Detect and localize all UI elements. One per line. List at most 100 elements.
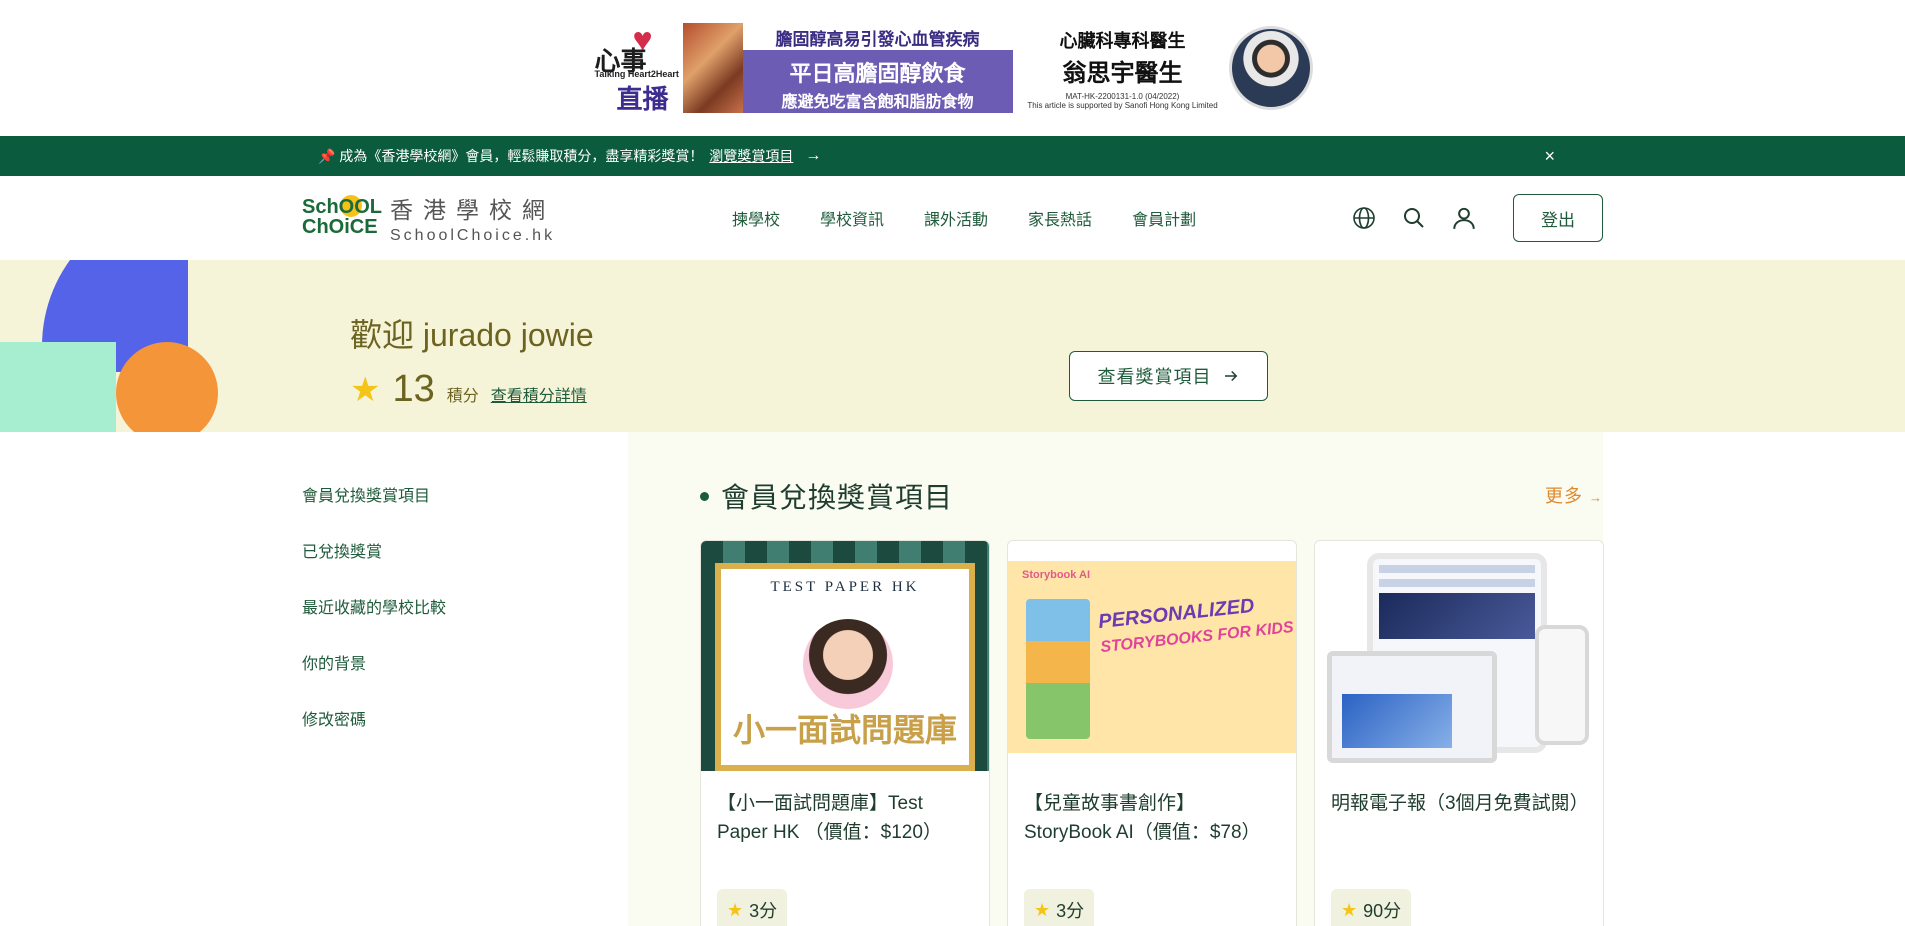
ad-doctor-title: 心臟科專科醫生	[1059, 30, 1186, 51]
laptop-illustration	[1327, 651, 1497, 763]
arrow-right-icon	[1224, 370, 1237, 382]
user-icon[interactable]	[1451, 205, 1477, 231]
points-detail-link[interactable]: 查看積分詳情	[491, 382, 587, 406]
ad-doctor-name: 翁思宇醫生	[1062, 59, 1183, 87]
points-badge: ★ 3分	[717, 889, 788, 926]
sidebar-item-redeemed[interactable]: 已兌換獎賞	[302, 538, 446, 562]
points-badge: ★ 90分	[1331, 889, 1412, 926]
sidebar-item-redeem-rewards[interactable]: 會員兌換獎賞項目	[302, 482, 446, 506]
welcome-title: 歡迎 jurado jowie	[350, 317, 594, 353]
logout-button[interactable]: 登出	[1513, 194, 1603, 242]
logo-mark: SchOOL ChOiCE	[302, 195, 383, 241]
points-label: 積分	[446, 388, 479, 405]
star-icon: ★	[727, 899, 744, 920]
image-brand: Storybook AI	[1022, 569, 1091, 581]
points-badge-value: 3分	[1056, 901, 1085, 921]
points-badge-value: 90分	[1363, 901, 1402, 921]
points-badge-value: 3分	[749, 901, 778, 921]
header-icons: 登出	[1351, 194, 1603, 242]
welcome-banner: 歡迎 jurado jowie ★ 13 積分 查看積分詳情 查看獎賞項目	[0, 260, 1905, 432]
reward-card[interactable]: Storybook AI PERSONALIZED STORYBOOKS FOR…	[1007, 540, 1297, 926]
tablet-photo	[1379, 593, 1535, 639]
more-link[interactable]: 更多 →	[1545, 482, 1603, 508]
books-illustration	[1026, 599, 1090, 739]
ad-headline2: 平日高膽固醇飲食	[789, 60, 966, 86]
points-value: 13	[392, 368, 435, 410]
image-bottom-strip	[1008, 753, 1296, 771]
tablet-bar	[1379, 579, 1535, 587]
decor-mint-shape	[0, 342, 116, 432]
ad-banner[interactable]: ♥ 心事 Talking Heart2Heart 直播 膽固醇高易引發心血管疾病…	[593, 23, 1313, 113]
notice-link[interactable]: 瀏覽獎賞項目	[709, 146, 793, 166]
section-header: 會員兌換獎賞項目	[700, 476, 953, 516]
star-icon: ★	[350, 371, 381, 409]
notice-text: 📌 成為《香港學校網》會員，輕鬆賺取積分，盡享精彩獎賞！	[318, 148, 704, 164]
member-sidebar: 會員兌換獎賞項目 已兌換獎賞 最近收藏的學校比較 你的背景 修改密碼	[302, 482, 446, 730]
ad-doctor-block: 心臟科專科醫生 翁思宇醫生 MAT-HK-2200131-1.0 (04/202…	[1013, 23, 1223, 113]
site-header: SchOOL ChOiCE 香港學校網 SchoolChoice.hk 揀學校 …	[0, 176, 1905, 260]
ad-banner-area: ♥ 心事 Talking Heart2Heart 直播 膽固醇高易引發心血管疾病…	[0, 0, 1905, 136]
reward-card-title: 【小一面試問題庫】Test Paper HK （價值：$120）	[717, 793, 942, 843]
ad-code: MAT-HK-2200131-1.0 (04/2022)	[1065, 91, 1180, 101]
nav-item-school-info[interactable]: 學校資訊	[820, 206, 884, 230]
logo-text-zh: 香港學校網	[390, 197, 555, 223]
view-rewards-button[interactable]: 查看獎賞項目	[1069, 351, 1268, 401]
points-badge: ★ 3分	[1024, 889, 1095, 926]
rewards-content: 會員兌換獎賞項目 更多 → TEST PAPER HK 小一面試問題庫 【小一面…	[628, 432, 1604, 926]
ad-headline3: 應避免吃富含飽和脂肪食物	[781, 93, 974, 111]
star-icon: ★	[1034, 899, 1051, 920]
reward-card-title: 【兒童故事書創作】StoryBook AI（價值：$78）	[1024, 793, 1261, 843]
reward-card-image: Storybook AI PERSONALIZED STORYBOOKS FOR…	[1008, 541, 1296, 771]
tablet-bar	[1379, 565, 1535, 573]
reward-card[interactable]: TEST PAPER HK 小一面試問題庫 【小一面試問題庫】Test Pape…	[700, 540, 990, 926]
phone-illustration	[1535, 625, 1589, 745]
child-illustration	[803, 619, 893, 709]
logo-text-en: SchoolChoice.hk	[390, 227, 556, 244]
image-caption-en: TEST PAPER HK	[770, 579, 920, 595]
ad-doctor-photo	[1228, 26, 1313, 110]
reward-card-image: TEST PAPER HK 小一面試問題庫	[701, 541, 989, 771]
section-title: 會員兌換獎賞項目	[721, 482, 954, 513]
reward-card-image	[1315, 541, 1603, 771]
search-icon[interactable]	[1401, 205, 1427, 231]
notice-bar: 📌 成為《香港學校網》會員，輕鬆賺取積分，盡享精彩獎賞！ 瀏覽獎賞項目 → ×	[0, 136, 1905, 176]
image-top-strip	[1008, 541, 1296, 561]
nav-item-membership[interactable]: 會員計劃	[1132, 206, 1196, 230]
chevron-right-icon: →	[1589, 490, 1603, 505]
site-logo[interactable]: SchOOL ChOiCE 香港學校網 SchoolChoice.hk	[302, 191, 602, 245]
ad-brand-line2: Talking Heart2Heart	[594, 69, 679, 79]
image-caption-zh: 小一面試問題庫	[732, 711, 957, 749]
view-rewards-label: 查看獎賞項目	[1097, 367, 1212, 387]
points-row: ★ 13 積分 查看積分詳情	[350, 368, 594, 411]
image-frame: TEST PAPER HK 小一面試問題庫	[715, 563, 975, 771]
close-icon[interactable]: ×	[1544, 146, 1555, 167]
star-icon: ★	[1341, 899, 1358, 920]
arrow-right-icon[interactable]: →	[805, 147, 821, 165]
logo-text: 香港學校網 SchoolChoice.hk	[390, 191, 555, 245]
main-area: 會員兌換獎賞項目 已兌換獎賞 最近收藏的學校比較 你的背景 修改密碼 會員兌換獎…	[0, 432, 1905, 926]
sidebar-item-change-password[interactable]: 修改密碼	[302, 706, 446, 730]
ad-logo: ♥ 心事 Talking Heart2Heart 直播	[593, 23, 683, 113]
ad-headline1: 膽固醇高易引發心血管疾病	[775, 29, 980, 49]
ad-food-photo	[682, 23, 743, 113]
sidebar-item-background[interactable]: 你的背景	[302, 650, 446, 674]
nav-item-choose-school[interactable]: 揀學校	[732, 206, 780, 230]
ad-support-text: This article is supported by Sanofi Hong…	[1027, 100, 1218, 110]
decor-orange-circle	[116, 342, 218, 432]
laptop-photo	[1342, 694, 1452, 748]
sidebar-item-school-compare[interactable]: 最近收藏的學校比較	[302, 594, 446, 618]
nav-item-activities[interactable]: 課外活動	[924, 206, 988, 230]
ad-headline-block: 膽固醇高易引發心血管疾病 平日高膽固醇飲食 應避免吃富含飽和脂肪食物	[742, 23, 1013, 113]
reward-card-title: 明報電子報（3個月免費試閱）	[1331, 793, 1589, 814]
welcome-text-block: 歡迎 jurado jowie ★ 13 積分 查看積分詳情	[350, 310, 594, 411]
ad-brand-line3: 直播	[616, 84, 669, 113]
logo-mark-line2: ChOiCE	[302, 216, 378, 238]
reward-card[interactable]: 明報電子報（3個月免費試閱） ★ 90分	[1314, 540, 1604, 926]
nav-item-parent-talk[interactable]: 家長熱話	[1028, 206, 1092, 230]
rewards-card-list: TEST PAPER HK 小一面試問題庫 【小一面試問題庫】Test Pape…	[700, 540, 1604, 926]
globe-icon[interactable]	[1351, 205, 1377, 231]
main-nav: 揀學校 學校資訊 課外活動 家長熱話 會員計劃	[732, 206, 1196, 230]
bullet-dot-icon	[700, 491, 709, 501]
more-label: 更多	[1544, 486, 1583, 506]
logo-mark-line1: SchOOL	[302, 196, 383, 218]
